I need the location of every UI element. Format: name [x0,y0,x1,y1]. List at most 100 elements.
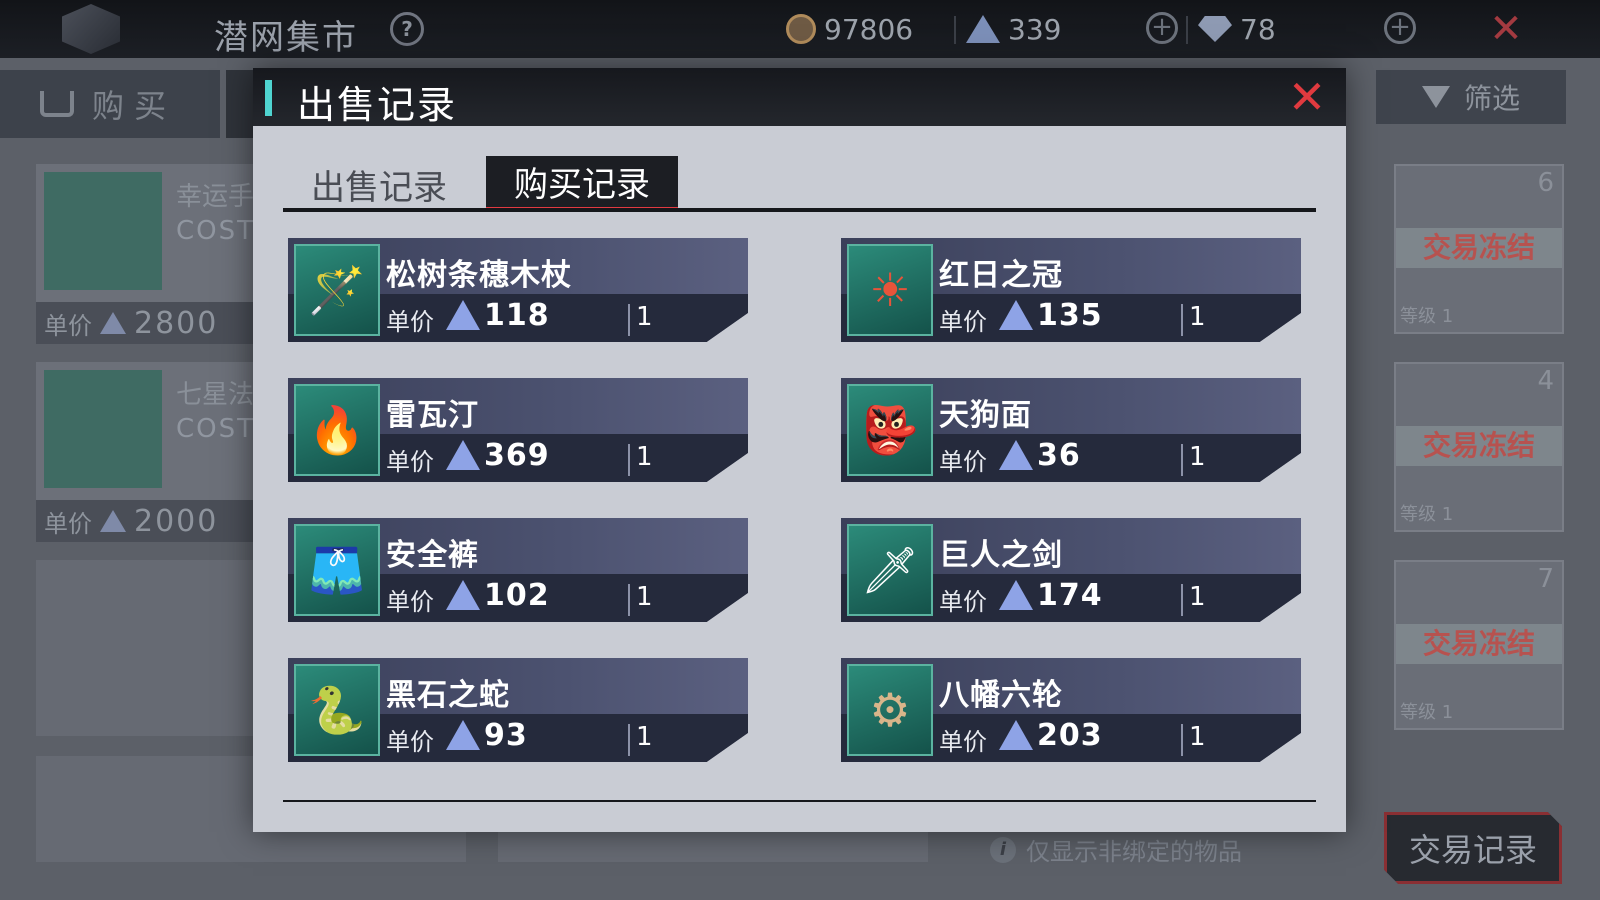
price-value: 135 [1037,298,1103,333]
quantity: 1 [636,442,653,472]
trade-record-button[interactable]: 交易记录 [1384,812,1562,884]
record-item[interactable]: 🔥 雷瓦汀 单价 369 1 [288,378,748,482]
giant-sword-icon: 🗡 [847,524,933,616]
tab-buy-label: 购 买 [92,87,167,125]
quantity: 1 [636,302,653,332]
crystal-icon [100,312,126,334]
item-cost: COST [176,216,256,246]
unbound-only-toggle[interactable]: i 仅显示非绑定的物品 [990,832,1242,867]
record-list: 🪄 松树条穗木杖 单价 118 1 ☀ 红日之冠 单价 135 1 🔥 雷瓦汀 … [288,238,1311,762]
frozen-listing[interactable]: 4 交易冻结 等级 1 [1394,362,1564,532]
tab-buy-record[interactable]: 购买记录 [486,156,678,212]
crystal-icon [999,720,1033,750]
item-name: 红日之冠 [939,258,1063,293]
slot-number: 7 [1537,564,1554,594]
price-value: 93 [484,718,528,753]
record-item[interactable]: 🐍 黑石之蛇 单价 93 1 [288,658,748,762]
price-label: 单价 [386,448,434,476]
frozen-stamp: 交易冻结 [1396,426,1562,466]
crystal-icon [966,15,1000,43]
price-value: 2800 [134,305,219,341]
frozen-listing[interactable]: 7 交易冻结 等级 1 [1394,560,1564,730]
modal-title: 出售记录 [297,83,458,127]
price-value: 36 [1037,438,1081,473]
close-icon[interactable]: ✕ [1488,9,1524,49]
gem-balance: 78 [1198,10,1276,48]
item-name: 安全裤 [386,538,479,573]
crystal-icon [446,720,480,750]
slot-number: 6 [1537,168,1554,198]
record-item[interactable]: 🪄 松树条穗木杖 单价 118 1 [288,238,748,342]
help-icon[interactable]: ? [390,12,424,46]
quantity: 1 [1189,582,1206,612]
divider [1181,444,1183,476]
staff-icon: 🪄 [294,244,380,336]
bottom-divider [283,800,1316,802]
record-item[interactable]: ⚙ 八幡六轮 单价 203 1 [841,658,1301,762]
record-item[interactable]: 🩳 安全裤 单价 102 1 [288,518,748,622]
price-label: 单价 [939,728,987,756]
record-item[interactable]: 👺 天狗面 单价 36 1 [841,378,1301,482]
six-ring-staff-icon: ⚙ [847,664,933,756]
add-gem-icon[interactable]: + [1384,12,1416,44]
price-value: 102 [484,578,550,613]
crystal-icon [446,440,480,470]
sale-record-modal: 出售记录 ✕ 出售记录 购买记录 🪄 松树条穗木杖 单价 118 1 ☀ 红日之… [253,68,1346,832]
header-accent [265,80,272,116]
level-label: 等级 1 [1400,306,1454,327]
item-name: 八幡六轮 [939,678,1063,713]
tab-underline [283,208,1316,212]
currency-divider [1186,16,1188,44]
item-name: 天狗面 [939,398,1032,433]
currency-divider [954,16,956,44]
flame-sword-icon: 🔥 [294,384,380,476]
unbound-only-label: 仅显示非绑定的物品 [1026,838,1242,866]
level-label: 等级 1 [1400,702,1454,723]
quantity: 1 [636,582,653,612]
divider [1181,724,1183,756]
price-label: 单价 [44,509,92,538]
price-value: 2000 [134,503,219,539]
filter-button[interactable]: 筛选 [1376,70,1566,124]
price-label: 单价 [386,308,434,336]
frozen-listing[interactable]: 6 交易冻结 等级 1 [1394,164,1564,334]
funnel-icon [1421,86,1450,108]
coin-icon [786,14,816,44]
divider [628,444,630,476]
gem-icon [1198,16,1232,42]
quantity: 1 [636,722,653,752]
crystal-balance: 339 [966,10,1061,48]
item-thumbnail [44,370,162,488]
price-label: 单价 [939,448,987,476]
price-value: 174 [1037,578,1103,613]
crystal-icon [446,300,480,330]
snake-icon: 🐍 [294,664,380,756]
item-name: 雷瓦汀 [386,398,479,433]
crystal-icon [999,440,1033,470]
close-icon[interactable]: ✕ [1287,74,1327,120]
tab-sell-record[interactable]: 出售记录 [283,156,475,212]
crystal-icon [446,580,480,610]
add-crystal-icon[interactable]: + [1146,12,1178,44]
price-value: 118 [484,298,550,333]
record-item[interactable]: ☀ 红日之冠 单价 135 1 [841,238,1301,342]
price-value: 369 [484,438,550,473]
crystal-icon [100,510,126,532]
frozen-stamp: 交易冻结 [1396,624,1562,664]
gem-value: 78 [1240,12,1276,46]
coin-value: 97806 [824,12,914,46]
item-name: 松树条穗木杖 [386,258,572,293]
tengu-mask-icon: 👺 [847,384,933,476]
item-name: 黑石之蛇 [386,678,510,713]
tab-buy[interactable]: 购 买 [0,70,220,138]
price-label: 单价 [44,311,92,340]
item-thumbnail [44,172,162,290]
modal-header: 出售记录 ✕ [253,68,1346,127]
quantity: 1 [1189,442,1206,472]
shorts-icon: 🩳 [294,524,380,616]
app-title: 潜网集市 [214,18,358,58]
quantity: 1 [1189,302,1206,332]
price-value: 203 [1037,718,1103,753]
crystal-icon [999,300,1033,330]
record-item[interactable]: 🗡 巨人之剑 单价 174 1 [841,518,1301,622]
